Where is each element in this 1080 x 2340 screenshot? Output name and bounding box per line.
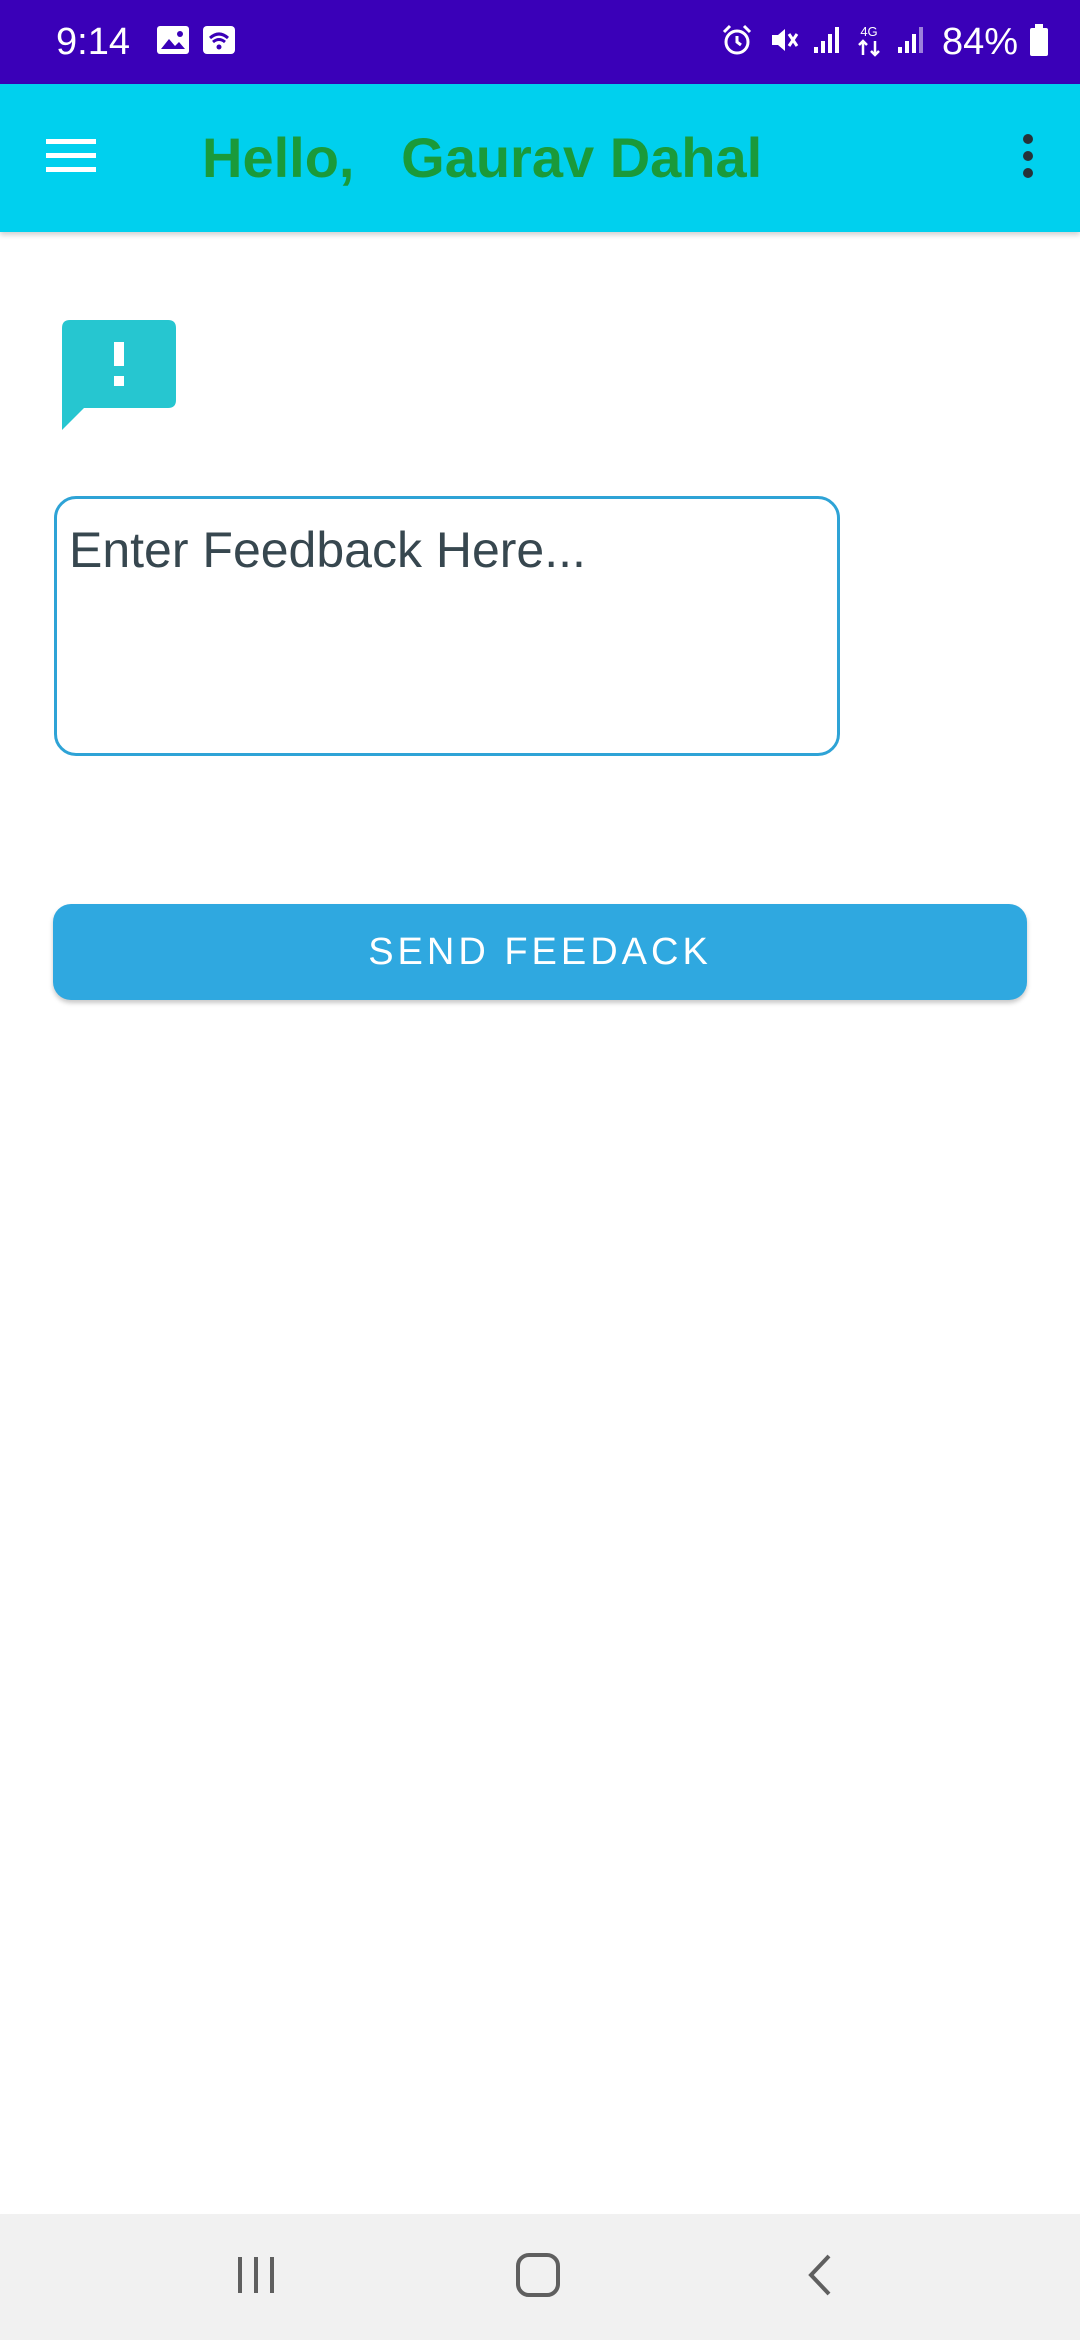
overflow-menu-button[interactable] [1004, 128, 1052, 188]
status-right-icons: 4G [720, 23, 926, 62]
status-bar: 9:14 4G 84% [0, 0, 1080, 84]
hamburger-menu-icon [45, 137, 97, 180]
image-icon [156, 25, 190, 60]
page-title: Hello, Gaurav Dahal [202, 126, 763, 189]
status-left-icons [156, 25, 236, 60]
battery-percentage: 84% [941, 20, 1018, 63]
alarm-icon [720, 23, 754, 62]
battery-icon [1028, 23, 1050, 62]
signal-icon [812, 25, 842, 60]
back-button[interactable] [780, 2242, 860, 2312]
signal-icon-2 [896, 25, 926, 60]
mute-icon [766, 23, 800, 62]
more-vert-icon [1021, 133, 1035, 184]
feedback-icon [62, 320, 176, 432]
screen: 9:14 4G 84% Hello, Gaurav Dahal Enter Fe… [0, 0, 1080, 2340]
navigation-bar [0, 2214, 1080, 2340]
app-bar: Hello, Gaurav Dahal [0, 84, 1080, 232]
home-button[interactable] [498, 2242, 578, 2312]
data-4g-label: 4G [860, 24, 877, 39]
recent-apps-icon [234, 2255, 278, 2300]
wifi-hotspot-icon [202, 25, 236, 60]
recent-apps-button[interactable] [216, 2242, 296, 2312]
back-icon [805, 2252, 835, 2303]
send-feedback-button[interactable]: SEND FEEDACK [53, 904, 1027, 1000]
feedback-input[interactable] [54, 496, 840, 756]
home-icon [515, 2252, 561, 2303]
data-4g-icon: 4G [854, 23, 884, 62]
menu-button[interactable] [36, 126, 106, 190]
status-time: 9:14 [56, 20, 130, 63]
